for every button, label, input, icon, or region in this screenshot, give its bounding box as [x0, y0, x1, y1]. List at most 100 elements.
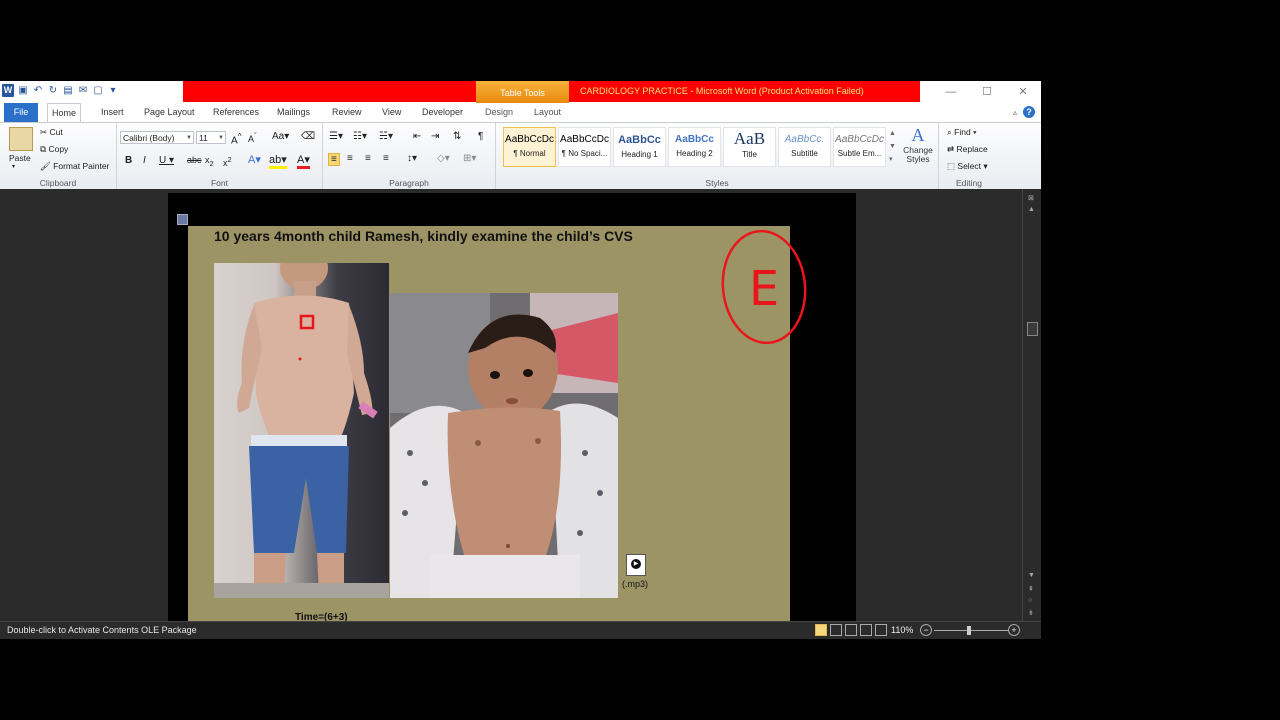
- numbering-icon[interactable]: ☷▾: [353, 131, 367, 142]
- full-screen-reading-icon[interactable]: [830, 624, 842, 636]
- tab-design[interactable]: Design: [481, 103, 517, 122]
- zoom-slider[interactable]: [934, 630, 1008, 631]
- previous-page-icon[interactable]: ⇞: [1028, 585, 1034, 593]
- new-document-icon[interactable]: ▢: [92, 84, 104, 97]
- child-standing-photo: [214, 263, 389, 598]
- font-size-combo[interactable]: 11 ▼: [196, 131, 226, 144]
- styles-group-label: Styles: [705, 178, 729, 188]
- subscript-icon[interactable]: x2: [205, 155, 214, 168]
- next-page-icon[interactable]: ⇟: [1028, 609, 1034, 617]
- tab-references[interactable]: References: [209, 103, 263, 122]
- help-icon[interactable]: ?: [1023, 106, 1035, 118]
- draft-icon[interactable]: [875, 624, 887, 636]
- zoom-out-icon[interactable]: −: [920, 624, 932, 636]
- ruler-toggle-icon[interactable]: ⊠: [1028, 194, 1034, 202]
- infant-image: [390, 293, 618, 598]
- style-title[interactable]: AaB Title: [723, 127, 776, 167]
- zoom-slider-thumb[interactable]: [967, 626, 971, 635]
- strikethrough-icon[interactable]: abc: [187, 155, 202, 165]
- style-no-spacing[interactable]: AaBbCcDc ¶ No Spaci...: [558, 127, 611, 167]
- cut-button[interactable]: ✂ Cut: [40, 127, 63, 138]
- justify-icon[interactable]: ≡: [383, 153, 389, 164]
- tab-file[interactable]: File: [4, 103, 38, 122]
- align-right-icon[interactable]: ≡: [365, 153, 371, 164]
- minimize-ribbon-icon[interactable]: ▵: [1013, 108, 1017, 117]
- close-icon[interactable]: ✕: [1005, 81, 1041, 103]
- change-styles-button[interactable]: A Change Styles: [901, 125, 935, 164]
- borders-icon[interactable]: ⊞▾: [463, 153, 476, 164]
- tab-review[interactable]: Review: [328, 103, 366, 122]
- increase-indent-icon[interactable]: ⇥: [431, 131, 439, 142]
- save-icon[interactable]: ▣: [17, 84, 29, 97]
- copy-button[interactable]: ⧉ Copy: [40, 144, 68, 155]
- find-button[interactable]: ⌕ Find ▾: [947, 127, 977, 138]
- superscript-icon[interactable]: x2: [223, 155, 232, 168]
- grow-font-icon[interactable]: A^: [231, 131, 242, 146]
- align-center-icon[interactable]: ≡: [347, 153, 353, 164]
- document-area[interactable]: 10 years 4month child Ramesh, kindly exa…: [0, 189, 1022, 623]
- minimize-icon[interactable]: —: [933, 81, 969, 103]
- email-icon[interactable]: ✉: [77, 84, 89, 97]
- undo-icon[interactable]: ↶: [32, 84, 44, 97]
- select-browse-object-icon[interactable]: ○: [1028, 597, 1032, 604]
- zoom-in-icon[interactable]: +: [1008, 624, 1020, 636]
- clear-formatting-icon[interactable]: ⌫: [301, 131, 315, 142]
- outline-icon[interactable]: [860, 624, 872, 636]
- paste-dropdown-icon[interactable]: ▾: [12, 163, 15, 170]
- show-formatting-icon[interactable]: ¶: [478, 131, 483, 142]
- word-logo-icon[interactable]: W: [2, 84, 14, 97]
- style-heading-1[interactable]: AaBbCc Heading 1: [613, 127, 666, 167]
- style-heading-2[interactable]: AaBbCc Heading 2: [668, 127, 721, 167]
- highlight-icon[interactable]: ab▾: [269, 153, 287, 169]
- tab-developer[interactable]: Developer: [418, 103, 467, 122]
- font-color-icon[interactable]: A▾: [297, 153, 310, 169]
- change-case-icon[interactable]: Aa▾: [272, 131, 289, 142]
- print-layout-icon[interactable]: [815, 624, 827, 636]
- scroll-thumb[interactable]: [1027, 322, 1038, 336]
- customize-qat-icon[interactable]: ▾: [107, 84, 119, 97]
- multilevel-list-icon[interactable]: ☵▾: [379, 131, 393, 142]
- tab-home[interactable]: Home: [47, 103, 82, 122]
- paragraph-group: ☰▾ ☷▾ ☵▾ ⇤ ⇥ ⇅ ¶ ≡ ≡ ≡ ≡ ↕▾ ◇▾ ⊞▾ Paragr…: [323, 123, 496, 189]
- tab-mailings[interactable]: Mailings: [273, 103, 314, 122]
- style-subtle-emphasis[interactable]: AaBbCcDc Subtle Em...: [833, 127, 886, 167]
- print-preview-icon[interactable]: ▤: [62, 84, 74, 97]
- sort-icon[interactable]: ⇅: [453, 131, 461, 142]
- bullets-icon[interactable]: ☰▾: [329, 131, 343, 142]
- replace-button[interactable]: ⇄ Replace: [947, 144, 988, 155]
- style-normal[interactable]: AaBbCcDc ¶ Normal: [503, 127, 556, 167]
- tab-page-layout[interactable]: Page Layout: [140, 103, 199, 122]
- format-painter-button[interactable]: 🖌 Format Painter: [40, 161, 109, 172]
- scroll-up-icon[interactable]: ▲: [1028, 206, 1035, 213]
- window-controls: — ☐ ✕: [933, 81, 1041, 103]
- decrease-indent-icon[interactable]: ⇤: [413, 131, 421, 142]
- scroll-down-icon[interactable]: ▼: [1028, 572, 1035, 579]
- select-button[interactable]: ⬚ Select ▾: [947, 161, 988, 172]
- tab-insert[interactable]: Insert: [97, 103, 128, 122]
- underline-icon[interactable]: U ▾: [159, 155, 174, 166]
- italic-icon[interactable]: I: [143, 155, 146, 166]
- font-name-combo[interactable]: Calibri (Body) ▼: [120, 131, 194, 144]
- tab-layout[interactable]: Layout: [530, 103, 565, 122]
- maximize-icon[interactable]: ☐: [969, 81, 1005, 103]
- style-subtitle[interactable]: AaBbCc. Subtitle: [778, 127, 831, 167]
- style-preview: AaBbCc: [675, 134, 714, 145]
- web-layout-icon[interactable]: [845, 624, 857, 636]
- redo-icon[interactable]: ↻: [47, 84, 59, 97]
- vertical-scrollbar[interactable]: ⊠ ▲ ▼ ⇞ ○ ⇟: [1022, 189, 1041, 621]
- styles-scroll-icon[interactable]: ▲ ▼ ▾: [889, 127, 896, 166]
- paste-button[interactable]: Paste: [9, 153, 31, 163]
- text-effects-icon[interactable]: A▾: [248, 153, 261, 166]
- bold-icon[interactable]: B: [125, 155, 132, 166]
- binoculars-icon: ⌕: [947, 127, 952, 137]
- audio-package-icon[interactable]: ▶: [626, 554, 646, 576]
- shrink-font-icon[interactable]: Aˇ: [248, 131, 257, 144]
- table-move-handle-icon[interactable]: [177, 214, 188, 225]
- paste-icon[interactable]: [9, 127, 33, 151]
- shading-icon[interactable]: ◇▾: [437, 153, 450, 164]
- zoom-level[interactable]: 110%: [891, 625, 913, 635]
- line-spacing-icon[interactable]: ↕▾: [407, 153, 417, 164]
- clipboard-group-label: Clipboard: [39, 178, 77, 188]
- align-left-icon[interactable]: ≡: [328, 153, 340, 166]
- tab-view[interactable]: View: [378, 103, 405, 122]
